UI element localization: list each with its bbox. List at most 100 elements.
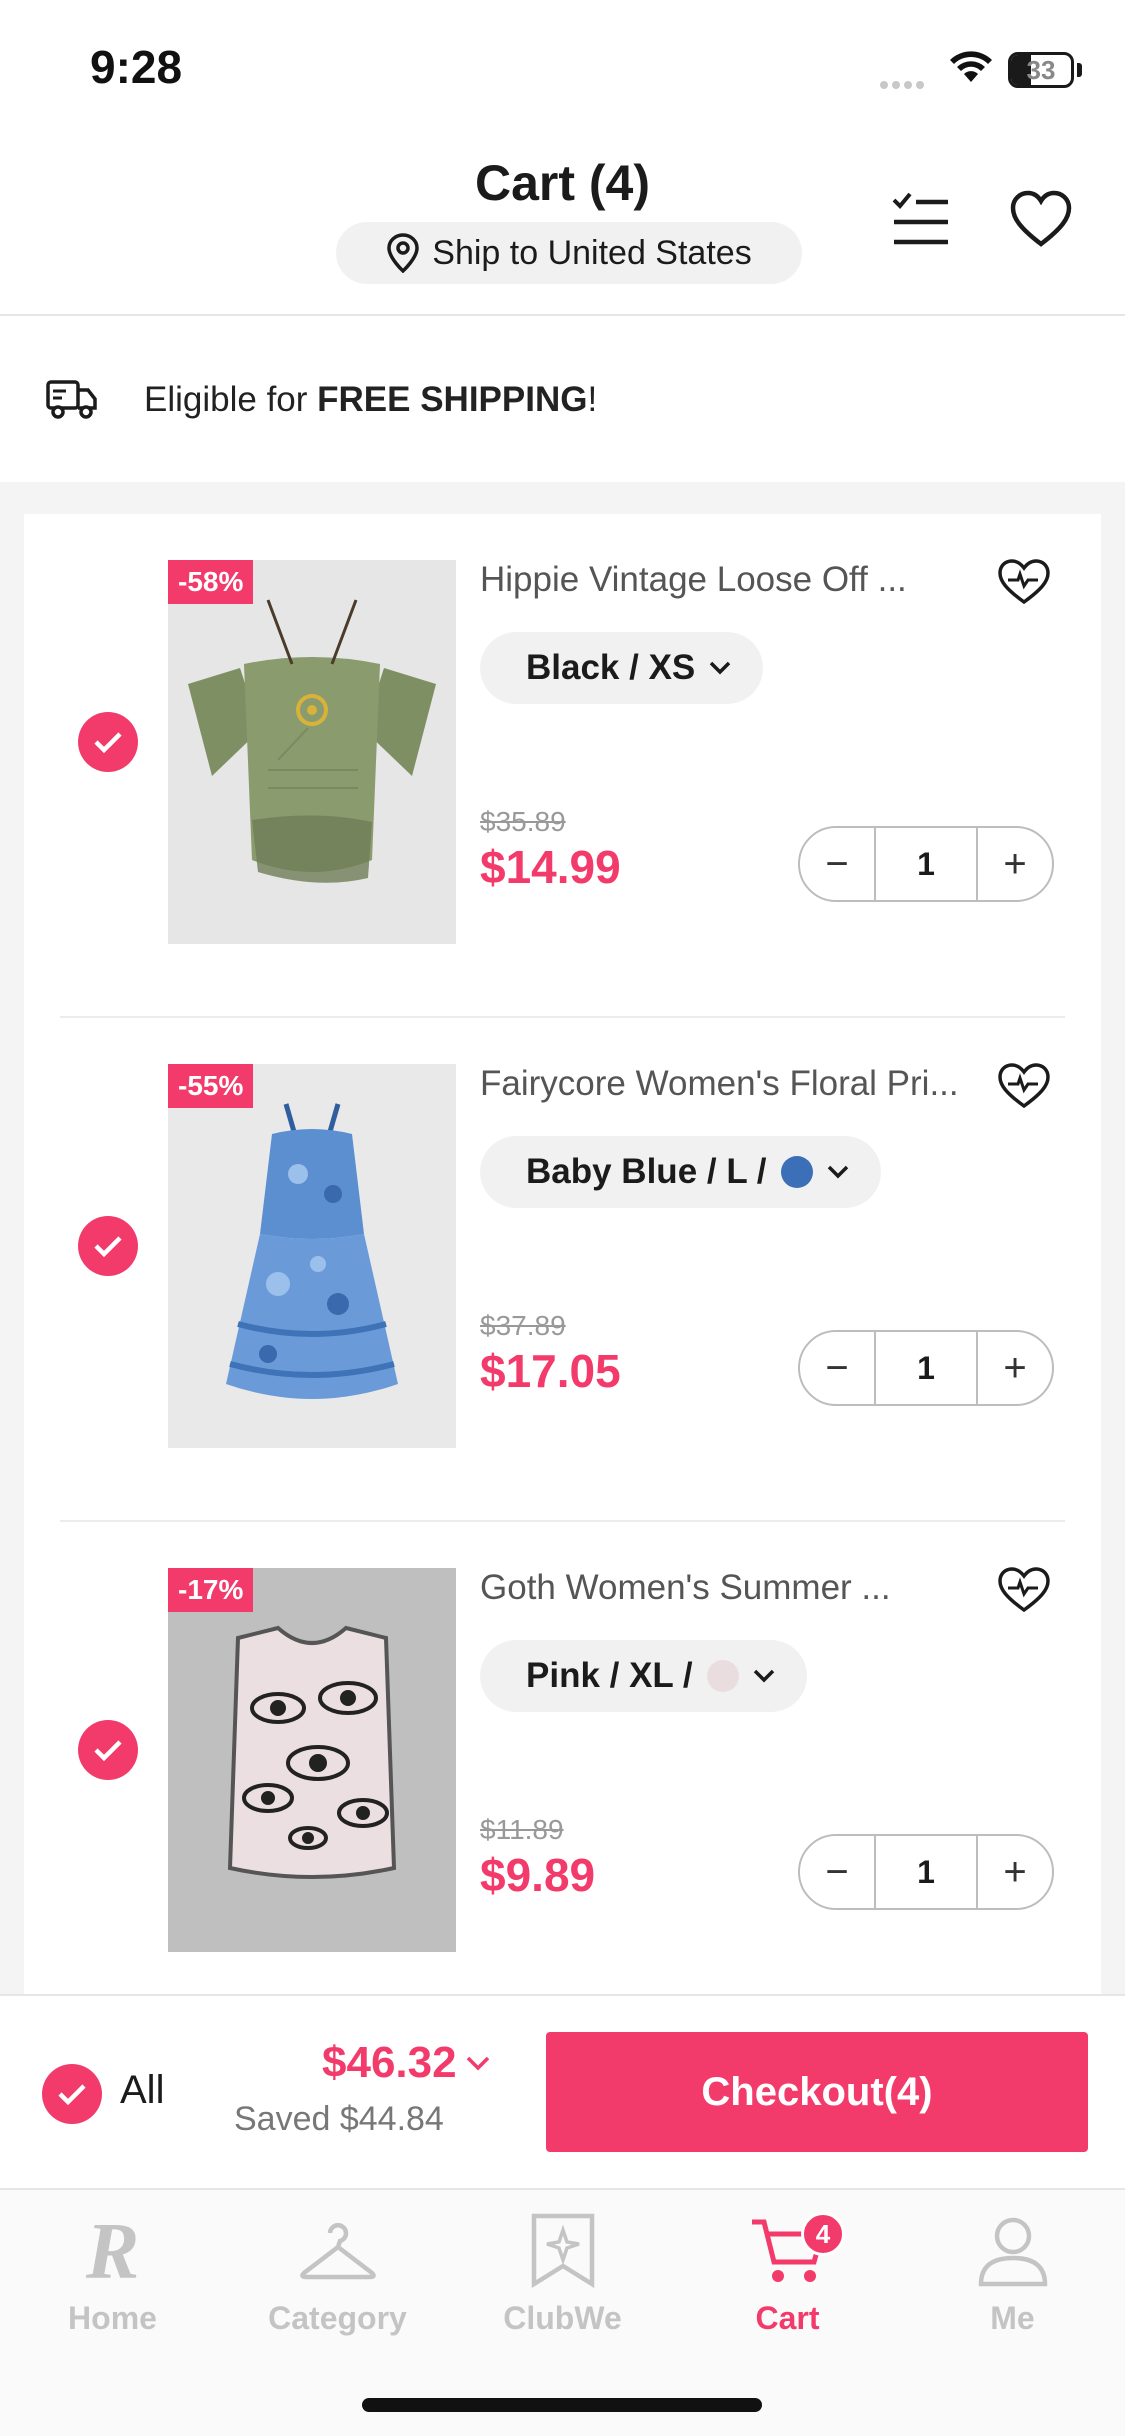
cart-count-badge: 4 [801, 2212, 845, 2256]
color-swatch [706, 1660, 739, 1692]
move-to-wishlist-icon[interactable] [996, 1062, 1052, 1117]
free-shipping-suffix: ! [587, 380, 598, 419]
tab-label: ClubWe [503, 2300, 622, 2336]
increase-quantity-button[interactable]: + [978, 1332, 1052, 1404]
increase-quantity-button[interactable]: + [978, 1836, 1052, 1908]
green-top-image [188, 599, 436, 883]
tab-label: Category [268, 2300, 407, 2336]
variant-label: Pink / XL / [526, 1656, 693, 1695]
quantity-value[interactable]: 1 [874, 828, 978, 900]
checkmark-icon [94, 1236, 122, 1258]
cart-item: -55% Fairycore Women's Floral Pri... Bab… [24, 1018, 1101, 1522]
person-icon [900, 2204, 1125, 2296]
item-select-checkbox[interactable] [78, 712, 138, 772]
product-name[interactable]: Hippie Vintage Loose Off ... [480, 560, 990, 600]
order-total-value: $46.32 [322, 2038, 457, 2087]
product-image[interactable]: -55% [168, 1064, 456, 1448]
pink-tank-top-image [227, 1625, 397, 1879]
brand-r-icon: R [0, 2204, 225, 2296]
cart-header: Cart (4) Ship to United States [0, 130, 1125, 316]
ship-to-label: Ship to United States [432, 233, 752, 272]
free-shipping-bold: FREE SHIPPING [317, 380, 588, 419]
chevron-down-icon [710, 661, 731, 675]
discount-badge: -55% [168, 1064, 254, 1108]
original-price: $35.89 [480, 806, 566, 837]
tab-label: Home [68, 2300, 157, 2336]
sale-price: $17.05 [480, 1345, 621, 1397]
delivery-truck-icon [44, 374, 98, 427]
tab-home[interactable]: R Home [0, 2204, 225, 2344]
decrease-quantity-button[interactable]: − [800, 1836, 874, 1908]
product-image[interactable]: -58% [168, 560, 456, 944]
tab-label: Cart [755, 2300, 820, 2336]
item-select-checkbox[interactable] [78, 1720, 138, 1780]
decrease-quantity-button[interactable]: − [800, 828, 874, 900]
quantity-value[interactable]: 1 [874, 1836, 978, 1908]
tab-clubwe[interactable]: ClubWe [450, 2204, 675, 2344]
cart-item: -17% Goth Women's Summer ... Pink / XL /… [24, 1522, 1101, 2026]
tab-label: Me [990, 2300, 1035, 2336]
increase-quantity-button[interactable]: + [978, 828, 1052, 900]
discount-badge: -58% [168, 560, 254, 604]
quantity-stepper: − 1 + [798, 1330, 1054, 1406]
checklist-edit-icon[interactable] [890, 190, 952, 255]
quantity-stepper: − 1 + [798, 826, 1054, 902]
product-name[interactable]: Goth Women's Summer ... [480, 1568, 990, 1608]
product-name[interactable]: Fairycore Women's Floral Pri... [480, 1064, 990, 1104]
checkmark-icon [94, 732, 122, 754]
ship-to-selector[interactable]: Ship to United States [336, 222, 802, 284]
discount-badge: -17% [168, 1568, 254, 1612]
hanger-icon [225, 2204, 450, 2296]
cart-icon [675, 2204, 900, 2296]
free-shipping-text: Eligible for FREE SHIPPING! [144, 380, 597, 420]
sale-price: $9.89 [480, 1849, 596, 1901]
sale-price: $14.99 [480, 841, 621, 893]
quantity-stepper: − 1 + [798, 1834, 1054, 1910]
select-all-label[interactable]: All [120, 2068, 164, 2113]
move-to-wishlist-icon[interactable] [996, 1566, 1052, 1621]
free-shipping-prefix: Eligible for [144, 380, 318, 419]
original-price: $11.89 [480, 1814, 564, 1845]
cellular-signal-icon [880, 76, 928, 94]
variant-selector[interactable]: Baby Blue / L / [480, 1136, 881, 1208]
battery-icon: 33 [1008, 52, 1074, 88]
svg-text:R: R [85, 2212, 139, 2288]
blue-dress-image [226, 1103, 398, 1399]
tab-me[interactable]: Me [900, 2204, 1125, 2344]
decrease-quantity-button[interactable]: − [800, 1332, 874, 1404]
variant-label: Baby Blue / L / [526, 1152, 767, 1191]
battery-tip [1077, 63, 1082, 77]
chevron-down-icon [466, 2056, 489, 2071]
bottom-tab-bar: R Home Category ClubWe 4 Cart Me [0, 2188, 1125, 2436]
savings-text: Saved $44.84 [234, 2100, 444, 2138]
checkout-button[interactable]: Checkout(4) [546, 2032, 1088, 2152]
tab-cart[interactable]: 4 Cart [675, 2204, 900, 2344]
order-total[interactable]: $46.32 [322, 2038, 491, 2088]
select-all-checkbox[interactable] [42, 2064, 102, 2124]
status-time: 9:28 [90, 41, 183, 93]
item-select-checkbox[interactable] [78, 1216, 138, 1276]
color-swatch [780, 1156, 813, 1188]
variant-selector[interactable]: Pink / XL / [480, 1640, 807, 1712]
wifi-icon [948, 48, 994, 89]
page-title: Cart (4) [474, 155, 651, 211]
chevron-down-icon [827, 1165, 848, 1179]
cart-item: -58% Hippie Vintage Loose Off ... Black … [24, 514, 1101, 1018]
original-price: $37.89 [480, 1310, 566, 1341]
status-bar: 9:28 33 [0, 0, 1125, 130]
home-indicator [362, 2398, 762, 2412]
quantity-value[interactable]: 1 [874, 1332, 978, 1404]
wishlist-heart-icon[interactable] [1010, 190, 1072, 253]
checkmark-icon [94, 1740, 122, 1762]
product-image[interactable]: -17% [168, 1568, 456, 1952]
chevron-down-icon [753, 1669, 774, 1683]
free-shipping-banner: Eligible for FREE SHIPPING! [0, 318, 1125, 482]
location-pin-icon [387, 233, 420, 273]
variant-label: Black / XS [526, 648, 696, 687]
tab-category[interactable]: Category [225, 2204, 450, 2344]
checkout-bar: All $46.32 Saved $44.84 Checkout(4) [0, 1994, 1125, 2188]
move-to-wishlist-icon[interactable] [996, 558, 1052, 613]
battery-level-text: 33 [1026, 55, 1056, 85]
bookmark-star-icon [450, 2204, 675, 2296]
variant-selector[interactable]: Black / XS [480, 632, 764, 704]
